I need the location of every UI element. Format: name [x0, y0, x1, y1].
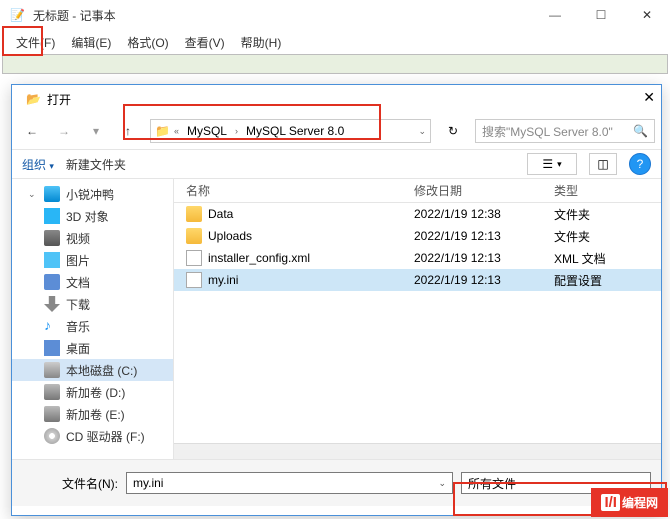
sidebar-item-disk-e[interactable]: 新加卷 (E:) [12, 403, 173, 425]
folder-open-icon: 📂 [26, 92, 41, 106]
nav-recent-button[interactable]: ▾ [82, 119, 110, 143]
menu-edit[interactable]: 编辑(E) [63, 32, 119, 53]
monitor-icon [44, 186, 60, 202]
search-placeholder: 搜索"MySQL Server 8.0" [482, 123, 633, 140]
download-icon [44, 296, 60, 312]
new-folder-button[interactable]: 新建文件夹 [66, 156, 126, 173]
filename-input[interactable]: my.ini ⌄ [126, 472, 453, 494]
filename-label: 文件名(N): [22, 475, 118, 492]
document-icon [44, 274, 60, 290]
menu-file[interactable]: 文件(F) [8, 32, 63, 53]
breadcrumb-seg-mysql[interactable]: MySQL [183, 124, 231, 138]
preview-pane-button[interactable]: ◫ [589, 153, 617, 175]
refresh-button[interactable]: ↻ [439, 119, 467, 143]
maximize-button[interactable]: ☐ [578, 0, 624, 30]
minimize-button[interactable]: — [532, 0, 578, 30]
organize-menu[interactable]: 组织 ▾ [22, 156, 54, 173]
close-button[interactable]: ✕ [624, 0, 670, 30]
chevron-left-icon: « [174, 126, 179, 136]
notepad-textarea[interactable] [2, 54, 668, 74]
sidebar-item-downloads[interactable]: 下载 [12, 293, 173, 315]
menu-format[interactable]: 格式(O) [119, 32, 176, 53]
view-options-button[interactable]: ☰▾ [527, 153, 577, 175]
nav-forward-button[interactable]: → [50, 119, 78, 143]
sidebar-item-pictures[interactable]: 图片 [12, 249, 173, 271]
sidebar-item-disk-c[interactable]: 本地磁盘 (C:) [12, 359, 173, 381]
open-dialog: 📂 打开 ✕ ← → ▾ ↑ 📁 « MySQL › MySQL Server … [11, 84, 662, 516]
sidebar-item-3d[interactable]: 3D 对象 [12, 205, 173, 227]
column-date[interactable]: 修改日期 [414, 182, 554, 199]
nav-back-button[interactable]: ← [18, 119, 46, 143]
menu-view[interactable]: 查看(V) [177, 32, 233, 53]
file-row[interactable]: Data 2022/1/19 12:38 文件夹 [174, 203, 661, 225]
file-row[interactable]: my.ini 2022/1/19 12:13 配置设置 [174, 269, 661, 291]
drive-icon [44, 384, 60, 400]
column-name[interactable]: 名称 [174, 182, 414, 199]
folder-icon [186, 206, 202, 222]
logo-text: 编程网 [622, 494, 658, 511]
sidebar-item-computer[interactable]: ⌄小锐冲鸭 [12, 183, 173, 205]
sidebar-item-desktop[interactable]: 桌面 [12, 337, 173, 359]
search-icon: 🔍 [633, 124, 648, 138]
logo-mark: I/I [601, 494, 620, 511]
ini-file-icon [186, 272, 202, 288]
menu-help[interactable]: 帮助(H) [233, 32, 290, 53]
xml-file-icon [186, 250, 202, 266]
picture-icon [44, 252, 60, 268]
notepad-title: 无标题 - 记事本 [33, 7, 116, 24]
cd-icon [44, 428, 60, 444]
folder-icon: 📁 [155, 124, 170, 138]
sidebar: ⌄小锐冲鸭 3D 对象 视频 图片 文档 下载 ♪音乐 桌面 本地磁盘 (C:)… [12, 179, 174, 459]
chevron-down-icon: ▾ [49, 161, 54, 171]
sidebar-item-cd-f[interactable]: CD 驱动器 (F:) [12, 425, 173, 447]
dialog-close-button[interactable]: ✕ [643, 89, 655, 106]
chevron-down-icon[interactable]: ⌄ [418, 126, 426, 137]
disk-icon [44, 362, 60, 378]
search-input[interactable]: 搜索"MySQL Server 8.0" 🔍 [475, 119, 655, 143]
dialog-title: 打开 [47, 91, 71, 108]
nav-up-button[interactable]: ↑ [114, 119, 142, 143]
drive-icon [44, 406, 60, 422]
column-type[interactable]: 类型 [554, 182, 661, 199]
folder-icon [186, 228, 202, 244]
video-icon [44, 230, 60, 246]
file-list-header: 名称 修改日期 类型 [174, 179, 661, 203]
chevron-right-icon: › [235, 126, 238, 136]
sidebar-item-videos[interactable]: 视频 [12, 227, 173, 249]
help-button[interactable]: ? [629, 153, 651, 175]
notepad-icon: 📝 [10, 8, 25, 22]
view-list-icon: ☰ [542, 157, 553, 171]
file-row[interactable]: Uploads 2022/1/19 12:13 文件夹 [174, 225, 661, 247]
music-icon: ♪ [44, 318, 60, 334]
file-row[interactable]: installer_config.xml 2022/1/19 12:13 XML… [174, 247, 661, 269]
horizontal-scrollbar[interactable] [174, 443, 661, 459]
breadcrumb-seg-server[interactable]: MySQL Server 8.0 [242, 124, 348, 138]
sidebar-item-disk-d[interactable]: 新加卷 (D:) [12, 381, 173, 403]
watermark-logo: I/I 编程网 [591, 488, 668, 517]
chevron-down-icon[interactable]: ⌄ [438, 478, 446, 489]
desktop-icon [44, 340, 60, 356]
cube-icon [44, 208, 60, 224]
breadcrumb[interactable]: 📁 « MySQL › MySQL Server 8.0 ⌄ [150, 119, 431, 143]
sidebar-item-music[interactable]: ♪音乐 [12, 315, 173, 337]
sidebar-item-documents[interactable]: 文档 [12, 271, 173, 293]
